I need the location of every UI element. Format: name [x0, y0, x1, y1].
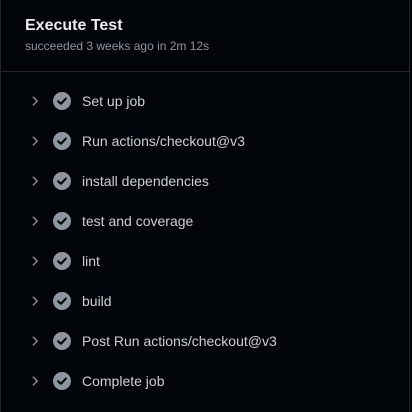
chevron-right-icon — [32, 96, 38, 106]
step-label: build — [82, 293, 112, 309]
check-circle-icon — [53, 372, 71, 390]
step-row[interactable]: Complete job — [1, 361, 409, 401]
step-row[interactable]: Set up job — [1, 81, 409, 121]
step-row[interactable]: install dependencies — [1, 161, 409, 201]
check-circle-icon — [53, 332, 71, 350]
step-label: test and coverage — [82, 213, 194, 229]
check-circle-icon — [53, 292, 71, 310]
step-label: Complete job — [82, 373, 165, 389]
check-circle-icon — [53, 212, 71, 230]
step-label: install dependencies — [82, 173, 209, 189]
step-row[interactable]: Run actions/checkout@v3 — [1, 121, 409, 161]
chevron-right-icon — [32, 376, 38, 386]
check-circle-icon — [53, 252, 71, 270]
step-row[interactable]: lint — [1, 241, 409, 281]
step-row[interactable]: build — [1, 281, 409, 321]
chevron-right-icon — [32, 256, 38, 266]
chevron-right-icon — [32, 296, 38, 306]
chevron-right-icon — [32, 176, 38, 186]
job-status-summary: succeeded 3 weeks ago in 2m 12s — [25, 39, 210, 53]
step-label: Run actions/checkout@v3 — [82, 133, 245, 149]
chevron-right-icon — [32, 136, 38, 146]
job-header: Execute Test succeeded 3 weeks ago in 2m… — [1, 0, 409, 72]
step-row[interactable]: Post Run actions/checkout@v3 — [1, 321, 409, 361]
check-circle-icon — [53, 172, 71, 190]
chevron-right-icon — [32, 336, 38, 346]
check-circle-icon — [53, 132, 71, 150]
job-title: Execute Test — [25, 17, 123, 34]
chevron-right-icon — [32, 216, 38, 226]
step-row[interactable]: test and coverage — [1, 201, 409, 241]
step-list: Set up job Run actions/checkout@v3 insta… — [1, 81, 409, 401]
job-log-panel: Execute Test succeeded 3 weeks ago in 2m… — [0, 0, 410, 412]
check-circle-icon — [53, 92, 71, 110]
step-label: Post Run actions/checkout@v3 — [82, 333, 277, 349]
step-label: lint — [82, 253, 100, 269]
step-label: Set up job — [82, 93, 146, 109]
